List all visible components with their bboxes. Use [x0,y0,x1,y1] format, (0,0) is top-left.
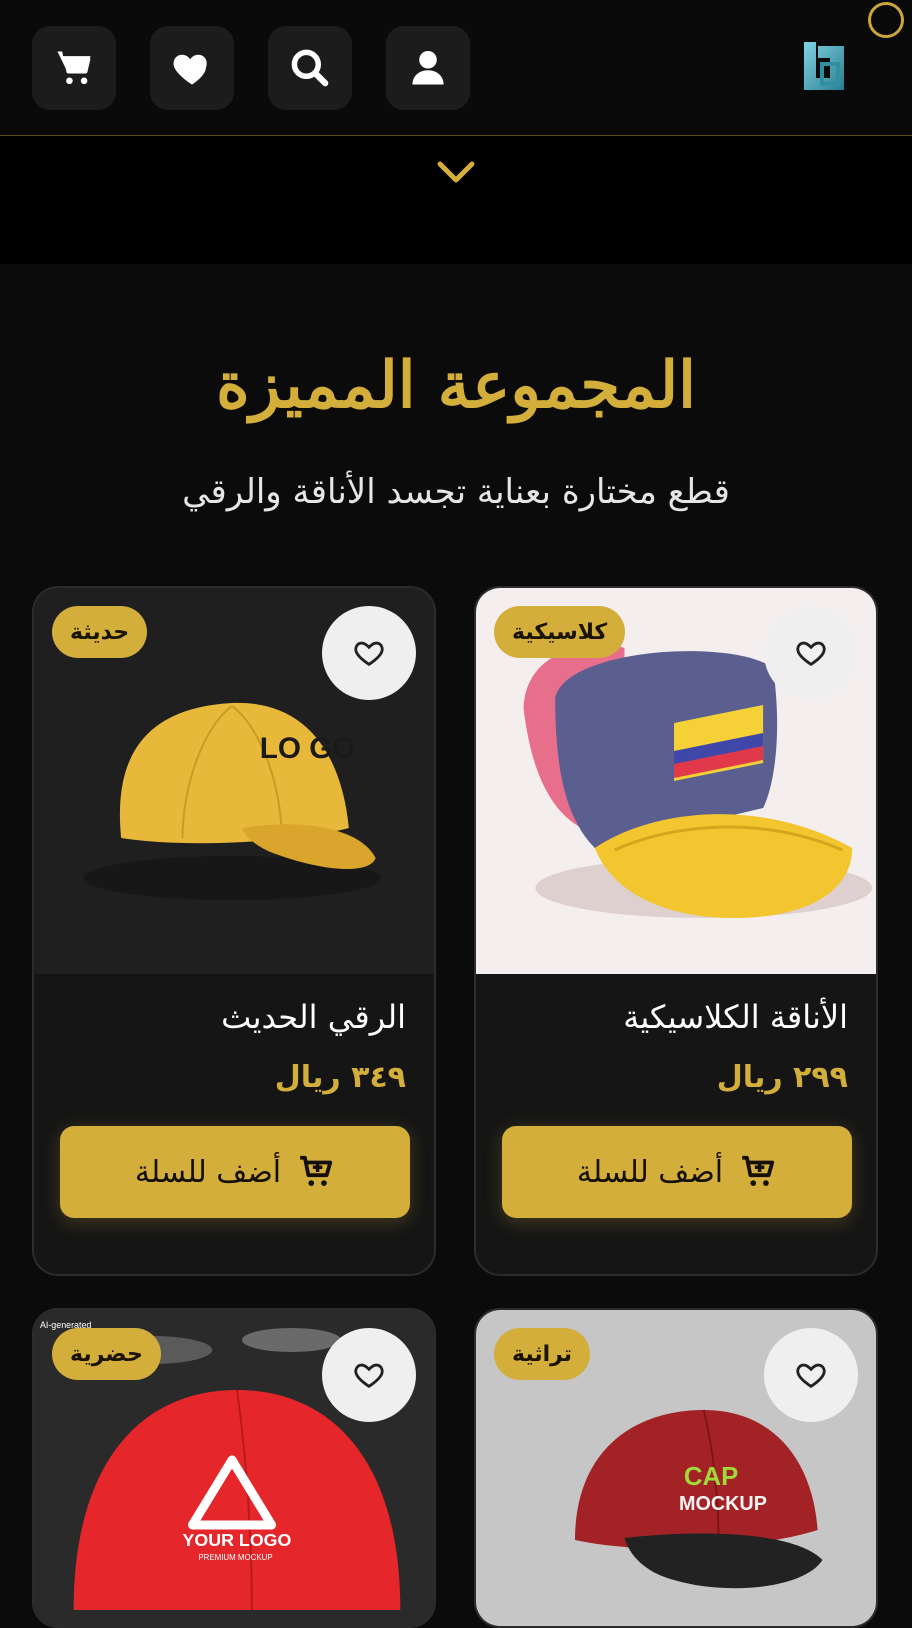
add-to-cart-label: أضف للسلة [576,1154,724,1190]
search-icon [291,49,329,87]
cart-plus-icon [742,1155,775,1186]
cap-logo-text: LO GO [260,732,356,765]
cap-mockup-text-1: CAP [684,1463,738,1491]
chevron-down-icon[interactable] [436,156,476,186]
heart-icon [173,54,207,85]
wishlist-button[interactable] [150,26,234,110]
brand-logo[interactable] [800,40,860,100]
product-price: ٢٩٩ ريال [716,1060,848,1095]
red-cap-sub: PREMIUM MOCKUP [198,1553,272,1562]
add-to-cart-button[interactable]: أضف للسلة [60,1126,410,1218]
status-ring-icon [868,2,904,38]
product-badge: حضرية [52,1328,161,1380]
product-card[interactable]: كلاسيكية الأناقة الكلاسيكية ٢٩٩ ريال أضف… [474,586,878,1276]
product-card[interactable]: YOUR LOGO PREMIUM MOCKUP AI-generated حض… [32,1308,436,1628]
cart-plus-icon [300,1155,333,1186]
cart-button[interactable] [32,26,116,110]
product-name[interactable]: الرقي الحديث [221,998,406,1036]
section-title: المجموعة المميزة [216,348,696,423]
favorite-button[interactable] [764,1328,858,1422]
add-to-cart-label: أضف للسلة [134,1154,282,1190]
heart-outline-icon [796,641,826,666]
product-card[interactable]: CAP MOCKUP تراثية [474,1308,878,1628]
favorite-button[interactable] [322,1328,416,1422]
account-button[interactable] [386,26,470,110]
favorite-button[interactable] [764,606,858,700]
cap-mockup-text-2: MOCKUP [679,1493,767,1515]
red-cap-logo: YOUR LOGO [183,1530,292,1550]
heart-outline-icon [354,641,384,666]
product-price: ٣٤٩ ريال [274,1060,406,1095]
brand-logo-icon [804,42,844,90]
product-badge: كلاسيكية [494,606,626,658]
favorite-button[interactable] [322,606,416,700]
add-to-cart-button[interactable]: أضف للسلة [502,1126,852,1218]
search-button[interactable] [268,26,352,110]
user-icon [412,50,444,85]
product-card[interactable]: LO GO حديثة الرقي الحديث ٣٤٩ ريال أضف لل… [32,586,436,1276]
product-name[interactable]: الأناقة الكلاسيكية [623,998,848,1036]
heart-outline-icon [354,1363,384,1388]
cart-icon [57,51,91,85]
section-subtitle: قطع مختارة بعناية تجسد الأناقة والرقي [182,472,730,512]
product-badge: تراثية [494,1328,591,1380]
heart-outline-icon [796,1363,826,1388]
product-badge: حديثة [52,606,148,658]
top-navbar [0,0,912,136]
